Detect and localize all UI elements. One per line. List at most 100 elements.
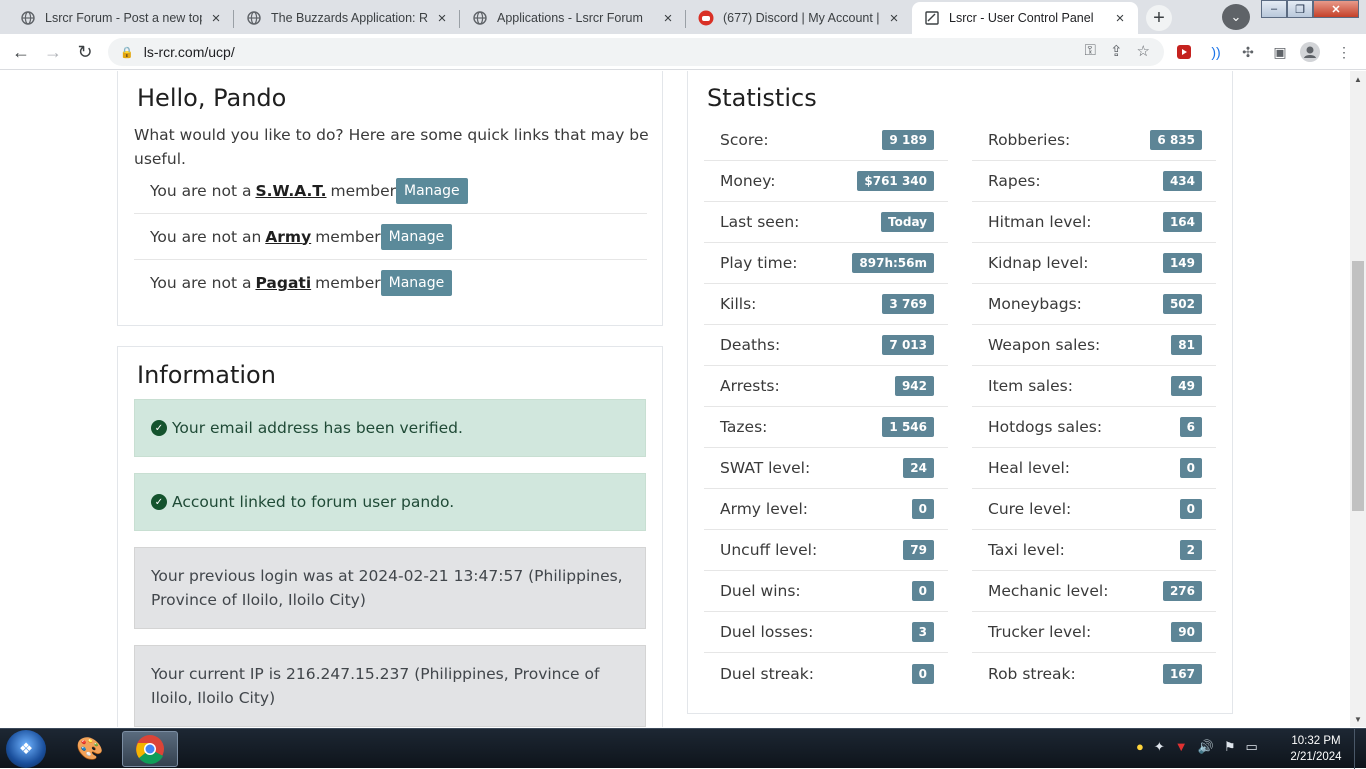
tab-applications[interactable]: Applications - Lsrcr Forum ×	[460, 2, 686, 34]
email-verified-alert: ✓ Your email address has been verified.	[134, 399, 646, 457]
tab-title: The Buzzards Application: Road	[271, 11, 428, 25]
statistics-card: Statistics Score: 9 189 Money: $761 340 Last…	[687, 71, 1233, 714]
stat-label: Duel losses:	[720, 623, 814, 641]
membership-suffix: member	[315, 227, 381, 246]
stat-value-badge: 7 013	[882, 335, 934, 355]
manage-button-pagati[interactable]: Manage	[380, 270, 453, 296]
show-desktop-button[interactable]	[1354, 729, 1366, 769]
manage-button-swat[interactable]: Manage	[396, 177, 468, 204]
stat-row: Duel losses: 3	[704, 612, 948, 653]
stat-value-badge: 1 546	[882, 417, 934, 437]
stat-row: Weapon sales: 81	[972, 325, 1216, 366]
stat-row: Duel streak: 0	[704, 653, 948, 694]
new-tab-button[interactable]: +	[1146, 5, 1172, 31]
browser-toolbar: ← → ↻ 🔒 ls-rcr.com/ucp/ ⚿ ⇪ ☆ )) ✣ ▣ ⋮	[0, 34, 1366, 70]
stat-label: Duel wins:	[720, 582, 801, 600]
tab-discord[interactable]: (677) Discord | My Account | U ×	[686, 2, 912, 34]
side-panel-icon[interactable]: ▣	[1270, 42, 1290, 62]
system-tray: ● ✦ ▼ 🔊 ⚑ ▭	[1136, 739, 1258, 755]
tray-network-tools-icon[interactable]: ✦	[1154, 739, 1165, 755]
globe-icon	[20, 10, 36, 26]
tab-user-control-panel[interactable]: Lsrcr - User Control Panel ×	[912, 2, 1138, 34]
close-icon[interactable]: ×	[660, 10, 676, 27]
chrome-app-icon[interactable]	[122, 731, 178, 767]
scroll-down-arrow-icon[interactable]: ▼	[1350, 711, 1366, 727]
extension-red-icon[interactable]	[1174, 42, 1194, 62]
close-icon[interactable]: ×	[1112, 10, 1128, 27]
scrollbar-thumb[interactable]	[1352, 261, 1364, 511]
tab-search-chevron-icon[interactable]: ⌄	[1222, 4, 1250, 30]
profile-avatar-icon[interactable]	[1300, 42, 1320, 62]
stat-row: Hitman level: 164	[972, 202, 1216, 243]
group-link-pagati[interactable]: Pagati	[255, 274, 311, 292]
lock-icon[interactable]: 🔒	[120, 46, 134, 59]
extension-audio-icon[interactable]: ))	[1206, 42, 1226, 62]
volume-icon[interactable]: 🔊	[1198, 739, 1214, 755]
window-close-icon[interactable]: ✕	[1313, 0, 1359, 18]
stat-row: Arrests: 942	[704, 366, 948, 407]
stat-value-badge: 149	[1162, 253, 1202, 273]
stat-label: Duel streak:	[720, 664, 814, 683]
stat-label: Uncuff level:	[720, 541, 818, 559]
membership-prefix: You are not a	[150, 181, 252, 200]
maximize-icon[interactable]: ❐	[1287, 0, 1313, 18]
tab-strip: Lsrcr Forum - Post a new topic × The Buz…	[0, 0, 1366, 34]
group-link-swat[interactable]: S.W.A.T.	[255, 182, 326, 200]
group-link-army[interactable]: Army	[265, 228, 311, 246]
stat-row: Cure level: 0	[972, 489, 1216, 530]
stat-row: Rob streak: 167	[972, 653, 1216, 694]
manage-button-army[interactable]: Manage	[380, 223, 453, 250]
clock-time: 10:32 PM	[1291, 735, 1341, 747]
forward-arrow-icon[interactable]: →	[40, 39, 66, 65]
vertical-scrollbar[interactable]: ▲ ▼	[1350, 71, 1366, 727]
membership-row-swat: You are not a S.W.A.T. member Manage	[134, 168, 647, 214]
paint-app-icon[interactable]: 🎨	[62, 731, 118, 767]
stat-label: Heal level:	[988, 459, 1071, 477]
information-card: Information ✓ Your email address has bee…	[117, 346, 663, 727]
stat-row: Item sales: 49	[972, 366, 1216, 407]
tab-forum-post[interactable]: Lsrcr Forum - Post a new topic ×	[8, 2, 234, 34]
star-icon[interactable]: ☆	[1137, 42, 1150, 60]
start-button-icon[interactable]: ❖	[6, 730, 46, 768]
key-icon[interactable]: ⚿	[1085, 42, 1096, 60]
taskbar-clock[interactable]: 10:32 PM 2/21/2024	[1286, 733, 1346, 765]
stat-value-badge: 6	[1179, 417, 1202, 437]
stat-label: Rapes:	[988, 172, 1041, 190]
stat-value-badge: 0	[911, 581, 934, 601]
tray-app-icon[interactable]: ●	[1136, 739, 1144, 755]
stat-label: Trucker level:	[988, 623, 1092, 641]
share-icon[interactable]: ⇪	[1110, 42, 1123, 60]
minimize-icon[interactable]: ‒	[1261, 0, 1287, 18]
check-circle-icon: ✓	[151, 420, 167, 436]
clock-date: 2/21/2024	[1290, 751, 1342, 763]
stat-row: Moneybags: 502	[972, 284, 1216, 325]
stat-row: Mechanic level: 276	[972, 571, 1216, 612]
stat-value-badge: 434	[1162, 171, 1202, 191]
stat-row: Army level: 0	[704, 489, 948, 530]
stat-value-badge: 167	[1162, 663, 1202, 684]
puzzle-icon[interactable]: ✣	[1238, 42, 1258, 62]
information-heading: Information	[137, 361, 276, 389]
stat-label: Weapon sales:	[988, 336, 1101, 354]
stat-row: Play time: 897h:56m	[704, 243, 948, 284]
close-icon[interactable]: ×	[886, 10, 902, 27]
stat-value-badge: 0	[911, 499, 934, 519]
close-icon[interactable]: ×	[208, 10, 224, 27]
stat-value-badge: 3 769	[882, 294, 934, 314]
reload-icon[interactable]: ↻	[72, 39, 98, 65]
stat-value-badge: 6 835	[1150, 130, 1202, 150]
address-bar[interactable]: 🔒 ls-rcr.com/ucp/ ⚿ ⇪ ☆	[108, 38, 1164, 66]
tray-antivirus-icon[interactable]: ▼	[1175, 739, 1188, 755]
stat-label: Deaths:	[720, 336, 781, 354]
stat-label: Play time:	[720, 254, 798, 272]
network-icon[interactable]: ▭	[1245, 739, 1257, 755]
flag-icon[interactable]: ⚑	[1224, 739, 1236, 755]
stat-row: Trucker level: 90	[972, 612, 1216, 653]
menu-kebab-icon[interactable]: ⋮	[1334, 42, 1354, 62]
stat-row: Duel wins: 0	[704, 571, 948, 612]
scroll-up-arrow-icon[interactable]: ▲	[1350, 71, 1366, 87]
stat-value-badge: 2	[1179, 540, 1202, 560]
close-icon[interactable]: ×	[434, 10, 450, 27]
tab-buzzards-application[interactable]: The Buzzards Application: Road ×	[234, 2, 460, 34]
back-arrow-icon[interactable]: ←	[8, 39, 34, 65]
